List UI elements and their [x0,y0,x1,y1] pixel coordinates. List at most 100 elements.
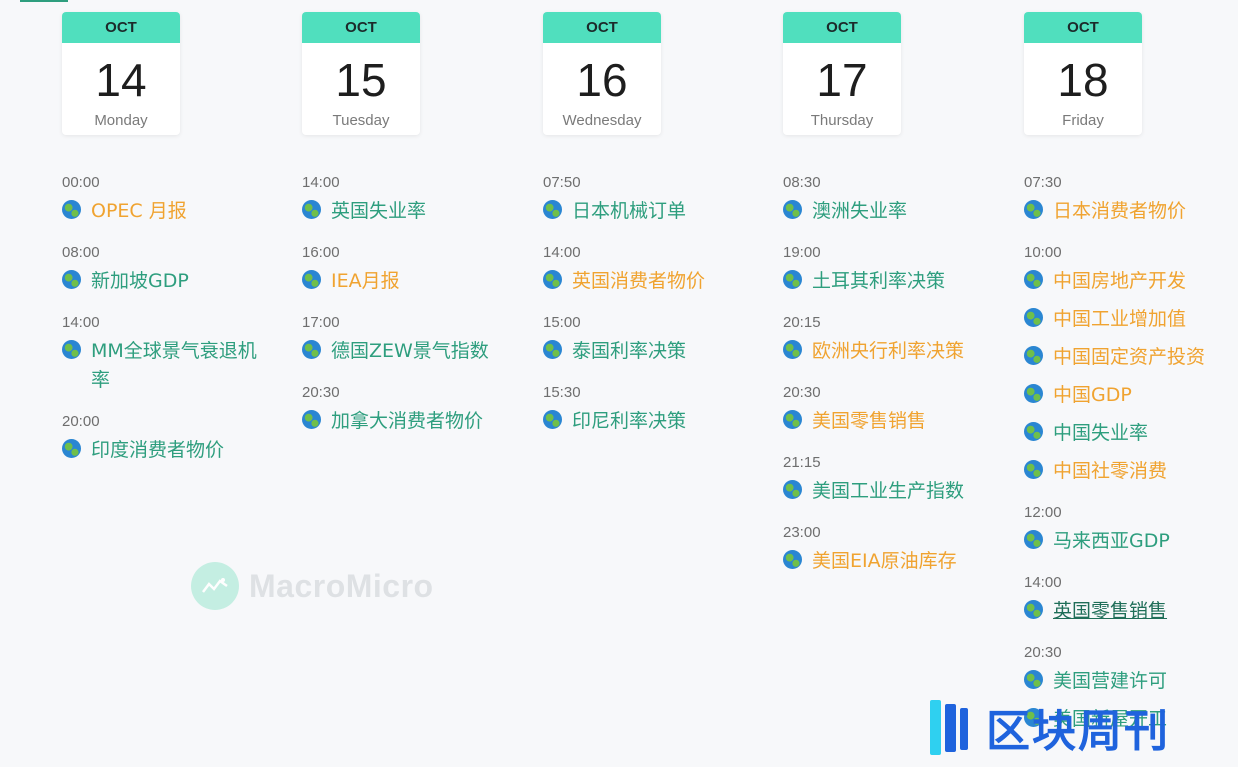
globe-icon [1024,530,1043,549]
event-name-link[interactable]: 美国工业生产指数 [812,477,964,506]
event-name-link[interactable]: 中国失业率 [1053,419,1148,448]
globe-icon [783,340,802,359]
event-name-link[interactable]: 中国工业增加值 [1053,305,1186,334]
date-weekday: Wednesday [562,112,642,129]
event-group: 17:00 德国ZEW景气指数 [302,313,532,366]
event-item[interactable]: 欧洲央行利率决策 [783,337,1013,366]
macromicro-watermark: MacroMicro [191,562,434,610]
date-card: OCT 14 Monday [62,12,180,135]
event-item[interactable]: OPEC 月报 [62,197,292,226]
event-item[interactable]: 中国GDP [1024,381,1238,410]
globe-icon [783,480,802,499]
event-time: 15:00 [543,314,581,331]
event-name-link[interactable]: 泰国利率决策 [572,337,686,366]
event-name-link[interactable]: 马来西亚GDP [1053,527,1170,556]
event-group: 20:00 印度消费者物价 [62,412,292,465]
date-weekday: Monday [94,112,148,129]
event-item[interactable]: 英国消费者物价 [543,267,773,296]
date-day: 18 [1057,54,1109,106]
globe-icon [783,200,802,219]
active-tab-indicator[interactable] [20,0,68,2]
day-column: OCT 16 Wednesday 07:50 日本机械订单 14:00 英国消费者物价 15:… [543,12,773,453]
event-name-link[interactable]: 美国零售销售 [812,407,926,436]
event-name-link[interactable]: 美国营建许可 [1053,667,1167,696]
event-name-link[interactable]: MM全球景气衰退机率 [91,337,271,395]
event-item[interactable]: 印度消费者物价 [62,436,292,465]
event-time: 14:00 [543,244,581,261]
event-name-link[interactable]: 中国房地产开发 [1053,267,1186,296]
event-name-link[interactable]: 土耳其利率决策 [812,267,945,296]
event-item[interactable]: MM全球景气衰退机率 [62,337,292,395]
event-group: 21:15 美国工业生产指数 [783,453,1013,506]
event-item[interactable]: 中国社零消费 [1024,457,1238,486]
event-item[interactable]: 日本机械订单 [543,197,773,226]
event-item[interactable]: 中国房地产开发 [1024,267,1238,296]
event-item[interactable]: 印尼利率决策 [543,407,773,436]
globe-icon [1024,422,1043,441]
event-item[interactable]: IEA月报 [302,267,532,296]
date-day: 17 [816,54,868,106]
event-item[interactable]: 中国失业率 [1024,419,1238,448]
event-item[interactable]: 美国零售销售 [783,407,1013,436]
event-time: 20:30 [302,384,340,401]
event-item[interactable]: 德国ZEW景气指数 [302,337,532,366]
event-name-link[interactable]: 美国EIA原油库存 [812,547,957,576]
date-card: OCT 18 Friday [1024,12,1142,135]
event-name-link[interactable]: 中国GDP [1053,381,1132,410]
globe-icon [1024,384,1043,403]
event-name-link[interactable]: 英国失业率 [331,197,426,226]
event-group: 08:30 澳洲失业率 [783,173,1013,226]
event-time: 00:00 [62,174,100,191]
event-item[interactable]: 美国营建许可 [1024,667,1238,696]
event-list: 07:30 日本消费者物价 10:00 中国房地产开发 中国工业增加值 中国固定资产投资中… [1024,173,1238,734]
globe-icon [783,410,802,429]
event-name-link[interactable]: IEA月报 [331,267,400,296]
event-list: 08:30 澳洲失业率 19:00 土耳其利率决策 20:15 欧洲央行利率决策 20:30… [783,173,1013,576]
event-item[interactable]: 英国失业率 [302,197,532,226]
event-name-link[interactable]: 英国消费者物价 [572,267,705,296]
event-name-link[interactable]: 欧洲央行利率决策 [812,337,964,366]
event-group: 08:00 新加坡GDP [62,243,292,296]
event-item[interactable]: 马来西亚GDP [1024,527,1238,556]
event-group: 14:00 英国零售销售 [1024,573,1238,626]
event-group: 23:00 美国EIA原油库存 [783,523,1013,576]
event-time: 16:00 [302,244,340,261]
globe-icon [543,270,562,289]
event-item[interactable]: 美国EIA原油库存 [783,547,1013,576]
globe-icon [1024,270,1043,289]
date-month: OCT [302,12,420,43]
event-name-link[interactable]: 加拿大消费者物价 [331,407,483,436]
event-name-link[interactable]: 中国固定资产投资 [1053,343,1205,372]
event-time: 17:00 [302,314,340,331]
event-item[interactable]: 泰国利率决策 [543,337,773,366]
event-name-link[interactable]: OPEC 月报 [91,197,187,226]
event-name-link[interactable]: 日本消费者物价 [1053,197,1186,226]
globe-icon [1024,460,1043,479]
event-name-link[interactable]: 英国零售销售 [1053,597,1167,626]
economic-calendar: OCT 14 Monday 00:00 OPEC 月报 08:00 新加坡GDP 14:00 M… [0,0,1238,767]
event-name-link[interactable]: 中国社零消费 [1053,457,1167,486]
event-name-link[interactable]: 新加坡GDP [91,267,189,296]
date-month: OCT [1024,12,1142,43]
globe-icon [1024,200,1043,219]
day-column: OCT 14 Monday 00:00 OPEC 月报 08:00 新加坡GDP 14:00 M… [62,12,292,482]
event-name-link[interactable]: 澳洲失业率 [812,197,907,226]
event-name-link[interactable]: 印尼利率决策 [572,407,686,436]
event-name-link[interactable]: 德国ZEW景气指数 [331,337,489,366]
event-item[interactable]: 英国零售销售 [1024,597,1238,626]
block-weekly-watermark-text: 区块周刊 [986,706,1170,757]
event-group: 14:00 英国消费者物价 [543,243,773,296]
event-item[interactable]: 澳洲失业率 [783,197,1013,226]
event-item[interactable]: 美国工业生产指数 [783,477,1013,506]
event-item[interactable]: 土耳其利率决策 [783,267,1013,296]
event-item[interactable]: 中国固定资产投资 [1024,343,1238,372]
event-item[interactable]: 加拿大消费者物价 [302,407,532,436]
event-name-link[interactable]: 日本机械订单 [572,197,686,226]
event-item[interactable]: 新加坡GDP [62,267,292,296]
event-item[interactable]: 中国工业增加值 [1024,305,1238,334]
event-item[interactable]: 日本消费者物价 [1024,197,1238,226]
event-name-link[interactable]: 印度消费者物价 [91,436,224,465]
event-time: 20:30 [1024,644,1062,661]
event-group: 12:00 马来西亚GDP [1024,503,1238,556]
event-group: 20:30 加拿大消费者物价 [302,383,532,436]
